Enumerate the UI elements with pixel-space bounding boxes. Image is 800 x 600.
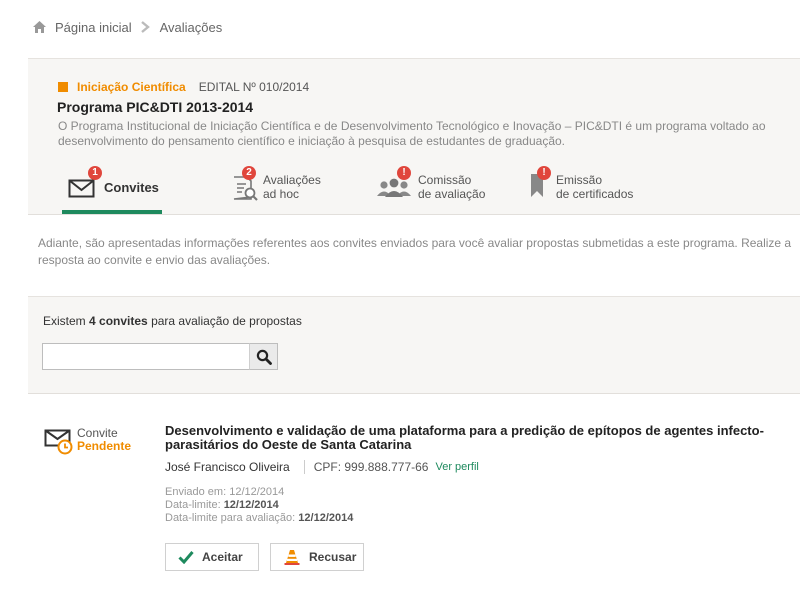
deadline-label: Data-limite: [165, 499, 221, 511]
proposal-title[interactable]: Desenvolvimento e validação de uma plata… [165, 424, 795, 452]
view-profile-link[interactable]: Ver perfil [435, 461, 478, 473]
invite-status: Convite Pendente [77, 427, 131, 453]
invite-count-suffix: para avaliação de propostas [151, 314, 302, 328]
tab-comissao-de-avaliacao[interactable]: ! Comissão de avaliação [376, 166, 506, 214]
proponent-name: José Francisco Oliveira [165, 460, 290, 474]
proponent-row: José Francisco Oliveira CPF: 999.888.777… [165, 460, 479, 474]
pending-invite-icon [44, 429, 73, 455]
invite-item: Convite Pendente Desenvolvimento e valid… [28, 412, 800, 592]
tab-bar: 1 Convites 2 Avaliações ad hoc ! Comissã… [28, 166, 800, 214]
accept-button-label: Aceitar [202, 550, 243, 564]
proponent-divider [303, 460, 305, 474]
category-marker [58, 82, 68, 92]
program-title: Programa PIC&DTI 2013-2014 [57, 99, 254, 115]
tab-convites-badge: 1 [88, 166, 102, 180]
invite-dates: Enviado em: 12/12/2014 Data-limite: 12/1… [165, 486, 353, 525]
active-tab-indicator [62, 210, 162, 214]
program-edital: EDITAL Nº 010/2014 [198, 80, 310, 94]
magnifier-icon [256, 349, 272, 365]
chevron-right-icon [140, 21, 150, 33]
search-input[interactable] [42, 343, 277, 370]
tab-convites-label: Convites [104, 180, 159, 195]
tab-avaliacoes-badge: 2 [242, 166, 256, 180]
breadcrumb-current: Avaliações [159, 19, 223, 35]
refuse-button-label: Recusar [309, 550, 357, 564]
tab-comissao-badge: ! [397, 166, 411, 180]
program-category: Iniciação Científica [77, 80, 186, 94]
tab-convites[interactable]: 1 Convites [62, 166, 172, 214]
tab-emissao-badge: ! [537, 166, 551, 180]
group-icon [377, 178, 411, 197]
accept-button[interactable]: Aceitar [165, 543, 259, 571]
invites-panel: Existem 4 convites para avaliação de pro… [28, 296, 800, 394]
tab-emissao-label-line1: Emissão [556, 173, 603, 187]
tab-avaliacoes-label-line2: ad hoc [263, 187, 300, 201]
tab-emissao-de-certificados[interactable]: ! Emissão de certificados [527, 166, 657, 214]
tab-avaliacoes-ad-hoc[interactable]: 2 Avaliações ad hoc [229, 166, 339, 214]
program-panel: Iniciação Científica EDITAL Nº 010/2014 … [28, 58, 800, 215]
eval-deadline-label: Data-limite para avaliação: [165, 512, 296, 524]
checkmark-icon [178, 551, 194, 564]
breadcrumb-home-link[interactable]: Página inicial [55, 20, 132, 35]
deadline-row: Data-limite: 12/12/2014 [165, 499, 353, 512]
invite-count: Existem 4 convites para avaliação de pro… [43, 314, 302, 328]
invite-count-number: 4 convites [89, 314, 148, 328]
eval-deadline-row: Data-limite para avaliação: 12/12/2014 [165, 512, 353, 525]
eval-deadline-value: 12/12/2014 [298, 512, 354, 524]
intro-text: Adiante, são apresentadas informações re… [38, 236, 792, 267]
home-icon[interactable] [32, 20, 47, 34]
refuse-button[interactable]: Recusar [270, 543, 364, 571]
proponent-cpf: CPF: 999.888.777-66 [313, 460, 429, 474]
envelope-icon [68, 179, 95, 198]
traffic-cone-icon [284, 550, 300, 565]
tab-avaliacoes-label-line1: Avaliações [263, 173, 321, 187]
program-category-row: Iniciação Científica EDITAL Nº 010/2014 [58, 80, 309, 94]
tab-comissao-label-line2: de avaliação [418, 187, 486, 201]
invite-count-prefix: Existem [43, 314, 86, 328]
invite-status-value: Pendente [77, 439, 132, 453]
deadline-value: 12/12/2014 [223, 499, 279, 511]
tab-emissao-label-line2: de certificados [556, 187, 634, 201]
program-description: O Programa Institucional de Iniciação Ci… [58, 119, 766, 148]
sent-date-row: Enviado em: 12/12/2014 [165, 486, 353, 499]
sent-date-label: Enviado em: [165, 486, 227, 498]
sent-date-value: 12/12/2014 [229, 486, 285, 498]
search-button[interactable] [249, 343, 278, 370]
tab-comissao-label-line1: Comissão [418, 173, 472, 187]
breadcrumb: Página inicial Avaliações [32, 17, 222, 37]
